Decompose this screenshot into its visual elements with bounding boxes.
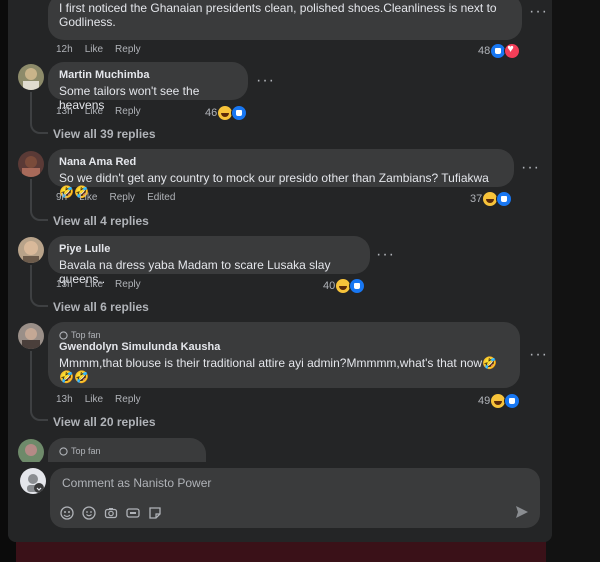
page-background-side bbox=[546, 0, 600, 562]
avatar[interactable] bbox=[18, 237, 44, 263]
reaction-count: 49 bbox=[478, 395, 491, 407]
commenter-name[interactable]: Gwendolyn Simulunda Kausha bbox=[59, 341, 509, 354]
comment-actions: 9h Like Reply Edited bbox=[56, 192, 175, 203]
sticker-icon[interactable] bbox=[148, 506, 162, 520]
reply-thread-line bbox=[30, 265, 48, 307]
like-reaction-icon bbox=[349, 278, 366, 294]
avatar[interactable] bbox=[18, 439, 44, 462]
comment-time[interactable]: 9h bbox=[56, 192, 67, 203]
love-reaction-icon bbox=[504, 43, 521, 59]
like-link[interactable]: Like bbox=[85, 106, 103, 117]
like-reaction-icon bbox=[231, 105, 248, 121]
reaction-summary[interactable]: 40 bbox=[323, 278, 366, 294]
comment-bubble: Nana Ama Red So we didn't get any countr… bbox=[48, 149, 514, 199]
reaction-count: 46 bbox=[205, 107, 218, 119]
reply-thread-line bbox=[30, 351, 48, 421]
avatar[interactable] bbox=[20, 468, 46, 494]
comment-text: I first noticed the Ghanaian presidents … bbox=[59, 1, 497, 29]
avatar[interactable] bbox=[18, 64, 44, 90]
like-reaction-icon bbox=[496, 191, 513, 207]
reaction-count: 37 bbox=[470, 193, 483, 205]
reaction-summary[interactable]: 37 bbox=[470, 191, 513, 207]
comment-actions: 12h Like Reply bbox=[56, 44, 141, 55]
edited-label[interactable]: Edited bbox=[147, 192, 175, 203]
reaction-summary[interactable]: 48 bbox=[478, 43, 521, 59]
comment-text: Mmmm,that blouse is their traditional at… bbox=[59, 356, 498, 384]
reply-link[interactable]: Reply bbox=[115, 394, 141, 405]
more-options-icon[interactable]: ··· bbox=[256, 72, 275, 90]
reply-link[interactable]: Reply bbox=[115, 279, 141, 290]
more-options-icon[interactable]: ··· bbox=[521, 159, 540, 177]
commenter-name[interactable]: Nana Ama Red bbox=[59, 156, 503, 169]
gif-icon[interactable] bbox=[126, 506, 140, 520]
badge-icon bbox=[59, 446, 68, 456]
badge-icon bbox=[59, 330, 68, 340]
comment-bubble: I first noticed the Ghanaian presidents … bbox=[48, 0, 522, 40]
send-icon[interactable] bbox=[514, 504, 530, 520]
reply-thread-line bbox=[30, 179, 48, 221]
like-link[interactable]: Like bbox=[85, 394, 103, 405]
view-replies-link[interactable]: View all 6 replies bbox=[53, 300, 149, 314]
comment-bubble: Top fan Gwendolyn Simulunda Kausha Mmmm,… bbox=[48, 322, 520, 388]
comment-input[interactable] bbox=[60, 474, 444, 492]
avatar[interactable] bbox=[18, 323, 44, 349]
comment-time[interactable]: 13h bbox=[56, 394, 73, 405]
more-options-icon[interactable]: ··· bbox=[376, 246, 395, 264]
comment-composer bbox=[50, 468, 540, 528]
comments-list[interactable]: I first noticed the Ghanaian presidents … bbox=[8, 0, 552, 462]
reaction-summary[interactable]: 46 bbox=[205, 105, 248, 121]
like-link[interactable]: Like bbox=[85, 44, 103, 55]
comment-time[interactable]: 12h bbox=[56, 44, 73, 55]
view-replies-link[interactable]: View all 4 replies bbox=[53, 214, 149, 228]
comment-composer-area bbox=[8, 462, 552, 542]
view-replies-link[interactable]: View all 39 replies bbox=[53, 127, 156, 141]
comment-time[interactable]: 13h bbox=[56, 279, 73, 290]
view-replies-link[interactable]: View all 20 replies bbox=[53, 415, 156, 429]
comment-bubble: Top fan bbox=[48, 438, 206, 462]
comment-actions: 13h Like Reply bbox=[56, 279, 141, 290]
commenter-name[interactable]: Martin Muchimba bbox=[59, 69, 237, 82]
avatar-sticker-icon[interactable] bbox=[60, 506, 74, 520]
comments-panel: I first noticed the Ghanaian presidents … bbox=[8, 0, 552, 542]
comment-actions: 13h Like Reply bbox=[56, 106, 141, 117]
top-fan-label: Top fan bbox=[71, 330, 101, 340]
avatar[interactable] bbox=[18, 151, 44, 177]
top-fan-label: Top fan bbox=[71, 446, 101, 456]
reply-link[interactable]: Reply bbox=[115, 44, 141, 55]
more-options-icon[interactable]: ··· bbox=[529, 346, 548, 364]
reply-thread-line bbox=[30, 92, 48, 134]
reaction-count: 48 bbox=[478, 45, 491, 57]
top-fan-badge: Top fan bbox=[59, 329, 509, 341]
comment-bubble: Piye Lulle Bavala na dress yaba Madam to… bbox=[48, 236, 370, 286]
like-link[interactable]: Like bbox=[85, 279, 103, 290]
comment-time[interactable]: 13h bbox=[56, 106, 73, 117]
reaction-count: 40 bbox=[323, 280, 336, 292]
reaction-summary[interactable]: 49 bbox=[478, 393, 521, 409]
reply-link[interactable]: Reply bbox=[115, 106, 141, 117]
more-options-icon[interactable]: ··· bbox=[529, 3, 548, 21]
emoji-icon[interactable] bbox=[82, 506, 96, 520]
like-reaction-icon bbox=[504, 393, 521, 409]
like-link[interactable]: Like bbox=[79, 192, 97, 203]
page-background-post bbox=[16, 540, 546, 562]
comment-bubble: Martin Muchimba Some tailors won't see t… bbox=[48, 62, 248, 112]
top-fan-badge: Top fan bbox=[59, 445, 195, 457]
reply-link[interactable]: Reply bbox=[109, 192, 135, 203]
camera-icon[interactable] bbox=[104, 506, 118, 520]
commenter-name[interactable]: Piye Lulle bbox=[59, 243, 359, 256]
comment-actions: 13h Like Reply bbox=[56, 394, 141, 405]
